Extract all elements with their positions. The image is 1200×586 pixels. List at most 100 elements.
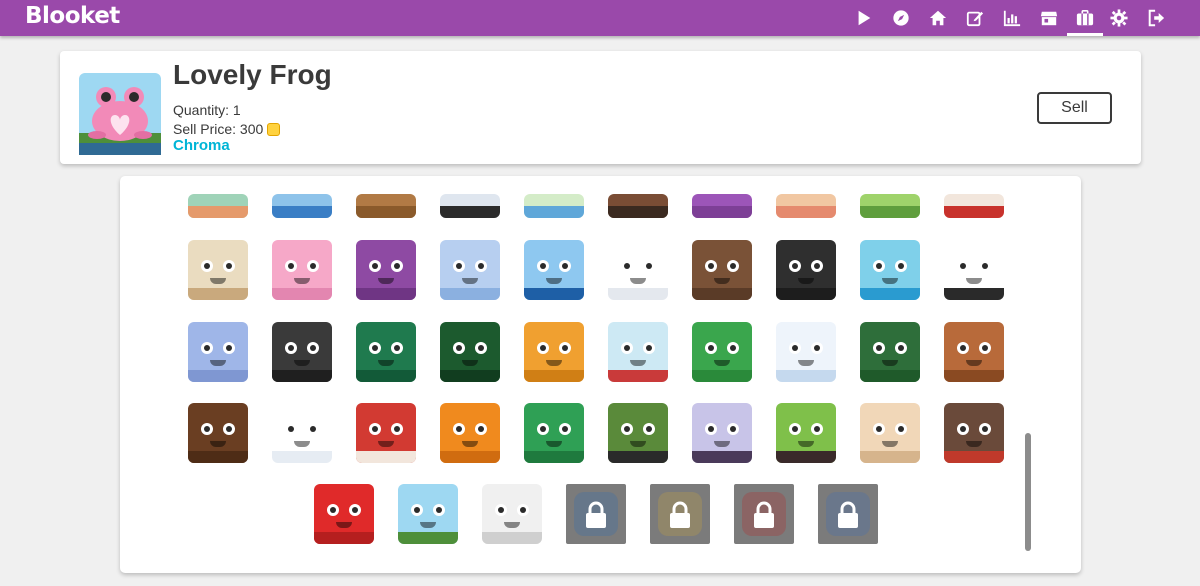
- ghost-mustache-icon[interactable]: [482, 484, 542, 544]
- blook-base: [776, 451, 836, 463]
- blook-partial[interactable]: [860, 194, 920, 218]
- logout-icon[interactable]: [1138, 0, 1174, 36]
- eye: [705, 260, 717, 272]
- blook-base: [188, 370, 248, 382]
- top-bar: Blooket: [0, 0, 1200, 36]
- home-icon[interactable]: [920, 0, 956, 36]
- gift-icon[interactable]: [692, 322, 752, 382]
- eye: [369, 260, 381, 272]
- blook-base: [692, 451, 752, 463]
- blook-partial[interactable]: [776, 194, 836, 218]
- eye: [391, 342, 403, 354]
- chameleon-icon[interactable]: [440, 322, 500, 382]
- eye: [369, 423, 381, 435]
- narwhal-icon[interactable]: [440, 240, 500, 300]
- lemur-icon[interactable]: [272, 322, 332, 382]
- compass-icon[interactable]: [883, 0, 919, 36]
- lovely-frog-icon[interactable]: [398, 484, 458, 544]
- sloth-icon[interactable]: [692, 240, 752, 300]
- eye: [433, 504, 445, 516]
- blook-partial[interactable]: [608, 194, 668, 218]
- lock-icon[interactable]: [818, 484, 878, 544]
- mummy-icon[interactable]: [860, 403, 920, 463]
- lock-icon[interactable]: [650, 484, 710, 544]
- blook-base: [776, 370, 836, 382]
- lock-icon[interactable]: [566, 484, 626, 544]
- blobfish-icon[interactable]: [272, 240, 332, 300]
- eye: [811, 342, 823, 354]
- cockatoo-icon[interactable]: [776, 240, 836, 300]
- snow-globe-icon[interactable]: [608, 322, 668, 382]
- stats-icon[interactable]: [994, 0, 1030, 36]
- blook-base: [524, 451, 584, 463]
- gingerbread-icon[interactable]: [944, 322, 1004, 382]
- blook-partial[interactable]: [692, 194, 752, 218]
- santa-icon[interactable]: [356, 403, 416, 463]
- eye: [957, 342, 969, 354]
- wreath-icon[interactable]: [860, 322, 920, 382]
- mouth: [462, 441, 478, 447]
- blooks-icon[interactable]: [1067, 0, 1103, 36]
- blook-rarity: Chroma: [173, 137, 230, 154]
- pumpkin-icon[interactable]: [440, 403, 500, 463]
- werewolf-icon[interactable]: [944, 403, 1004, 463]
- eye: [307, 260, 319, 272]
- elephant-icon[interactable]: [188, 322, 248, 382]
- eye: [475, 423, 487, 435]
- gingerbread-house-icon[interactable]: [188, 403, 248, 463]
- blook-partial[interactable]: [524, 194, 584, 218]
- token-icon: [267, 122, 281, 136]
- eye: [285, 342, 297, 354]
- blook-base: [692, 206, 752, 218]
- blook-base: [440, 288, 500, 300]
- eye: [285, 260, 297, 272]
- mouth: [462, 278, 478, 284]
- snowman-icon[interactable]: [272, 403, 332, 463]
- mouth: [798, 441, 814, 447]
- mouth: [966, 278, 982, 284]
- blook-base: [272, 370, 332, 382]
- blook-base: [356, 288, 416, 300]
- eye: [537, 423, 549, 435]
- frankenstein-icon[interactable]: [608, 403, 668, 463]
- mouth: [714, 441, 730, 447]
- market-icon[interactable]: [1031, 0, 1067, 36]
- octopus-icon[interactable]: [356, 240, 416, 300]
- vampire-icon[interactable]: [692, 403, 752, 463]
- eye: [559, 423, 571, 435]
- blook-base: [692, 370, 752, 382]
- lovely-frog-art: [79, 73, 161, 155]
- eye: [411, 504, 423, 516]
- blook-base: [944, 288, 1004, 300]
- zombie-icon[interactable]: [776, 403, 836, 463]
- peacock-icon[interactable]: [356, 322, 416, 382]
- zebra-icon[interactable]: [944, 240, 1004, 300]
- hot-chocolate-icon[interactable]: [776, 322, 836, 382]
- blook-base: [272, 206, 332, 218]
- shark-icon[interactable]: [524, 240, 584, 300]
- blook-base: [860, 370, 920, 382]
- blook-partial[interactable]: [188, 194, 248, 218]
- play-icon[interactable]: [846, 0, 882, 36]
- mouth: [630, 278, 646, 284]
- flamingo-icon[interactable]: [860, 240, 920, 300]
- mouth: [546, 441, 562, 447]
- scrollbar[interactable]: [1025, 433, 1031, 551]
- lion-icon[interactable]: [524, 322, 584, 382]
- edit-icon[interactable]: [957, 0, 993, 36]
- blook-partial[interactable]: [440, 194, 500, 218]
- blook-base: [482, 532, 542, 544]
- mouth: [798, 360, 814, 366]
- sell-button[interactable]: Sell: [1037, 92, 1112, 124]
- swamp-monster-icon[interactable]: [524, 403, 584, 463]
- blook-partial[interactable]: [356, 194, 416, 218]
- settings-icon[interactable]: [1101, 0, 1137, 36]
- blook-partial[interactable]: [944, 194, 1004, 218]
- blook-partial[interactable]: [272, 194, 332, 218]
- lock-icon[interactable]: [734, 484, 794, 544]
- tv-icon[interactable]: [314, 484, 374, 544]
- panda-icon[interactable]: [608, 240, 668, 300]
- blook-base: [776, 288, 836, 300]
- hedgehog-icon[interactable]: [188, 240, 248, 300]
- logo[interactable]: Blooket: [25, 3, 120, 29]
